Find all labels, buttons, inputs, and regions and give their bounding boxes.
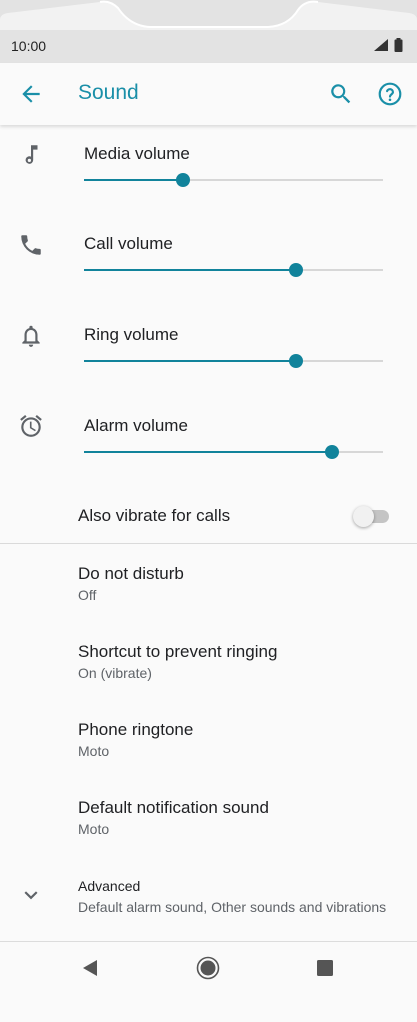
search-icon[interactable] bbox=[328, 81, 354, 107]
chevron-down-icon bbox=[24, 891, 38, 900]
pref-title: Shortcut to prevent ringing bbox=[78, 642, 278, 661]
media-volume-row: Media volume bbox=[0, 140, 417, 230]
vibrate-for-calls-row[interactable]: Also vibrate for calls bbox=[0, 488, 417, 544]
pref-subtitle: Moto bbox=[78, 743, 110, 759]
alarm-clock-icon bbox=[20, 414, 42, 437]
help-icon[interactable] bbox=[377, 81, 403, 107]
pref-default-notification-sound[interactable]: Default notification sound Moto bbox=[0, 786, 417, 856]
battery-icon bbox=[394, 38, 403, 52]
pref-do-not-disturb[interactable]: Do not disturb Off bbox=[0, 552, 417, 622]
pref-subtitle: Off bbox=[78, 587, 97, 603]
pref-shortcut-prevent-ringing[interactable]: Shortcut to prevent ringing On (vibrate) bbox=[0, 630, 417, 700]
slider-thumb[interactable] bbox=[289, 354, 304, 368]
call-volume-label: Call volume bbox=[84, 234, 173, 253]
alarm-volume-slider[interactable] bbox=[84, 442, 383, 462]
slider-thumb[interactable] bbox=[289, 263, 304, 277]
ring-volume-label: Ring volume bbox=[84, 325, 179, 344]
media-volume-label: Media volume bbox=[84, 144, 190, 163]
status-time: 10:00 bbox=[11, 38, 47, 54]
vibrate-for-calls-label: Also vibrate for calls bbox=[78, 506, 231, 525]
status-bar: 10:00 bbox=[0, 0, 417, 63]
pref-title: Do not disturb bbox=[78, 564, 184, 583]
bell-icon bbox=[22, 325, 40, 347]
pref-subtitle: On (vibrate) bbox=[78, 665, 152, 681]
signal-icon bbox=[374, 39, 388, 51]
pref-subtitle: Moto bbox=[78, 821, 110, 837]
ring-volume-slider[interactable] bbox=[84, 351, 383, 371]
call-volume-slider[interactable] bbox=[84, 260, 383, 280]
slider-thumb[interactable] bbox=[175, 173, 190, 187]
media-volume-slider[interactable] bbox=[84, 170, 383, 190]
phone-icon bbox=[21, 235, 41, 255]
pref-phone-ringtone[interactable]: Phone ringtone Moto bbox=[0, 708, 417, 778]
display-notch bbox=[0, 0, 417, 30]
pref-title: Phone ringtone bbox=[78, 720, 194, 739]
advanced-subtitle: Default alarm sound, Other sounds and vi… bbox=[78, 899, 387, 915]
music-note-icon bbox=[25, 145, 38, 164]
pref-title: Default notification sound bbox=[78, 798, 269, 817]
call-volume-row: Call volume bbox=[0, 230, 417, 320]
nav-back-icon[interactable] bbox=[80, 958, 100, 978]
navigation-bar bbox=[0, 941, 417, 1022]
nav-recents-icon[interactable] bbox=[316, 959, 334, 977]
slider-fill bbox=[84, 451, 333, 453]
nav-home-icon[interactable] bbox=[196, 956, 220, 980]
slider-fill bbox=[84, 360, 297, 362]
pref-advanced[interactable]: Advanced Default alarm sound, Other soun… bbox=[0, 866, 417, 936]
advanced-title: Advanced bbox=[78, 878, 141, 894]
ring-volume-row: Ring volume bbox=[0, 321, 417, 411]
arrow-back-icon[interactable] bbox=[18, 81, 44, 107]
slider-fill bbox=[84, 269, 297, 271]
slider-thumb[interactable] bbox=[325, 445, 340, 459]
vibrate-toggle-switch[interactable] bbox=[353, 506, 389, 527]
page-title: Sound bbox=[78, 81, 139, 104]
app-bar: Sound bbox=[0, 63, 417, 125]
slider-fill bbox=[84, 179, 183, 181]
alarm-volume-label: Alarm volume bbox=[84, 416, 188, 435]
